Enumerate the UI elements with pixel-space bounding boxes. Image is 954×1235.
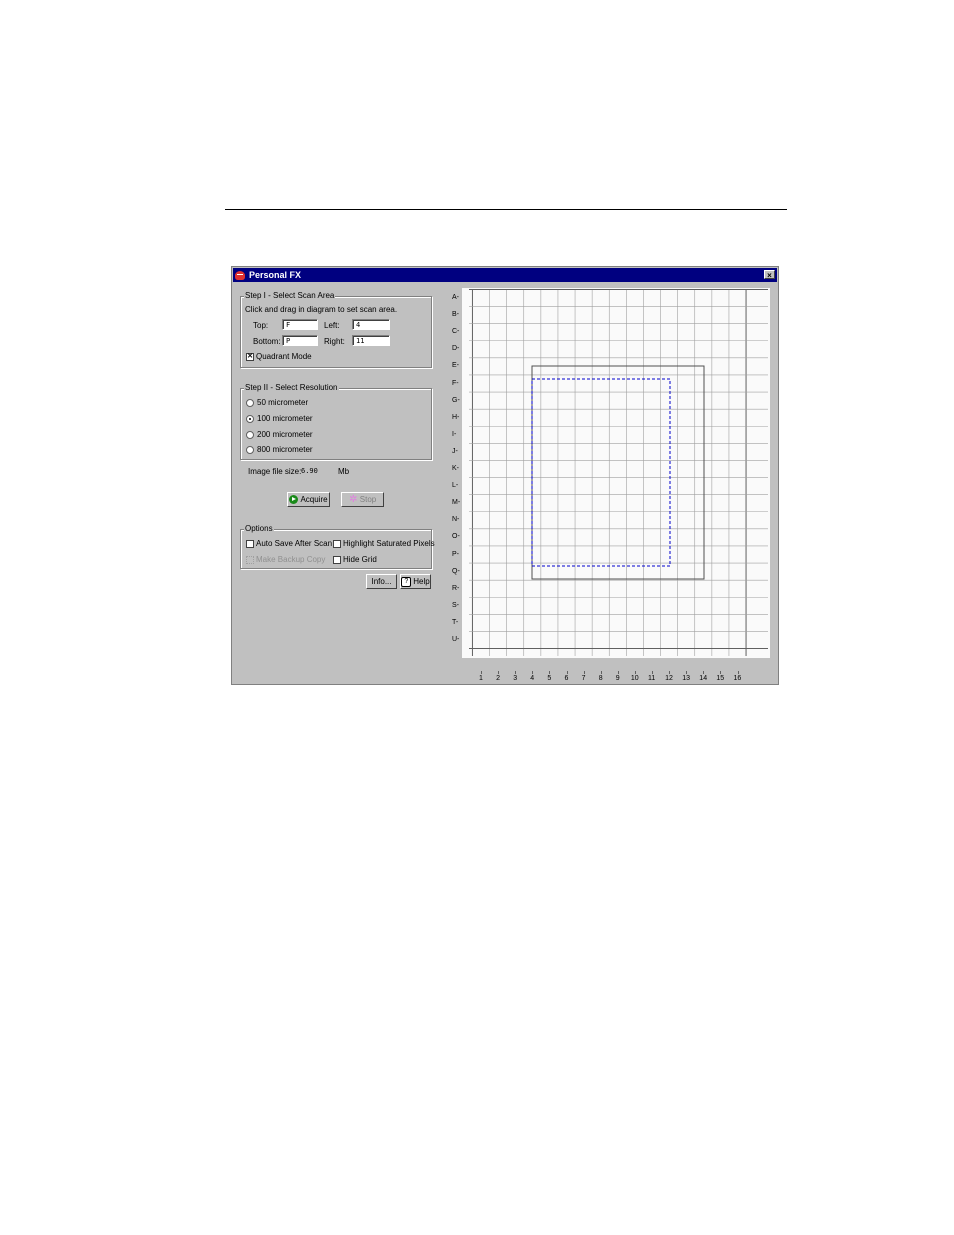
row-label: C- bbox=[452, 328, 460, 336]
column-tick bbox=[532, 671, 534, 674]
column-tick bbox=[669, 671, 671, 674]
column-label: 6 bbox=[564, 675, 569, 682]
column-tick bbox=[652, 671, 653, 674]
row-label: P- bbox=[452, 550, 459, 558]
column-label: 12 bbox=[665, 675, 673, 682]
column-tick bbox=[549, 671, 551, 674]
row-label: O- bbox=[452, 533, 460, 541]
column-tick bbox=[481, 671, 482, 674]
row-label: S- bbox=[452, 601, 459, 609]
column-label: 9 bbox=[615, 675, 620, 682]
column-tick bbox=[737, 671, 739, 674]
row-label: I- bbox=[452, 430, 457, 438]
column-label: 8 bbox=[598, 675, 603, 682]
column-tick bbox=[600, 671, 602, 674]
row-label: R- bbox=[452, 584, 460, 592]
column-label: 3 bbox=[513, 675, 518, 682]
row-label: U- bbox=[452, 636, 460, 643]
column-label: 5 bbox=[547, 675, 552, 682]
column-label: 7 bbox=[581, 675, 586, 682]
row-label: D- bbox=[452, 345, 460, 353]
row-label: F- bbox=[452, 379, 459, 387]
column-tick bbox=[686, 671, 688, 674]
row-label: E- bbox=[452, 362, 459, 370]
column-label: 15 bbox=[716, 675, 725, 682]
row-label: H- bbox=[452, 413, 460, 421]
scan-selection-rectangle[interactable] bbox=[531, 378, 671, 567]
column-tick bbox=[566, 671, 568, 674]
column-tick bbox=[720, 671, 722, 674]
column-tick bbox=[583, 671, 585, 674]
row-label: T- bbox=[452, 618, 459, 626]
column-tick bbox=[634, 671, 636, 674]
row-label: A- bbox=[452, 294, 459, 301]
row-label: L- bbox=[452, 482, 459, 490]
scan-grid-diagram[interactable] bbox=[0, 0, 954, 1235]
column-label: 10 bbox=[630, 675, 639, 682]
row-label: Q- bbox=[452, 567, 460, 575]
column-label: 4 bbox=[530, 675, 535, 682]
row-label: G- bbox=[452, 396, 460, 404]
column-label: 14 bbox=[699, 675, 708, 682]
column-label: 16 bbox=[733, 675, 742, 682]
row-label: K- bbox=[452, 465, 459, 472]
row-label: N- bbox=[452, 516, 460, 524]
column-label: 1 bbox=[479, 675, 483, 682]
column-tick bbox=[515, 671, 517, 674]
column-tick bbox=[617, 671, 619, 674]
row-label: B- bbox=[452, 311, 459, 319]
column-tick bbox=[703, 671, 705, 674]
column-label: 2 bbox=[496, 675, 500, 682]
column-tick bbox=[498, 671, 500, 674]
row-label: J- bbox=[452, 447, 458, 455]
column-label: 11 bbox=[648, 675, 656, 682]
column-label: 13 bbox=[682, 675, 690, 682]
row-label: M- bbox=[452, 499, 461, 507]
